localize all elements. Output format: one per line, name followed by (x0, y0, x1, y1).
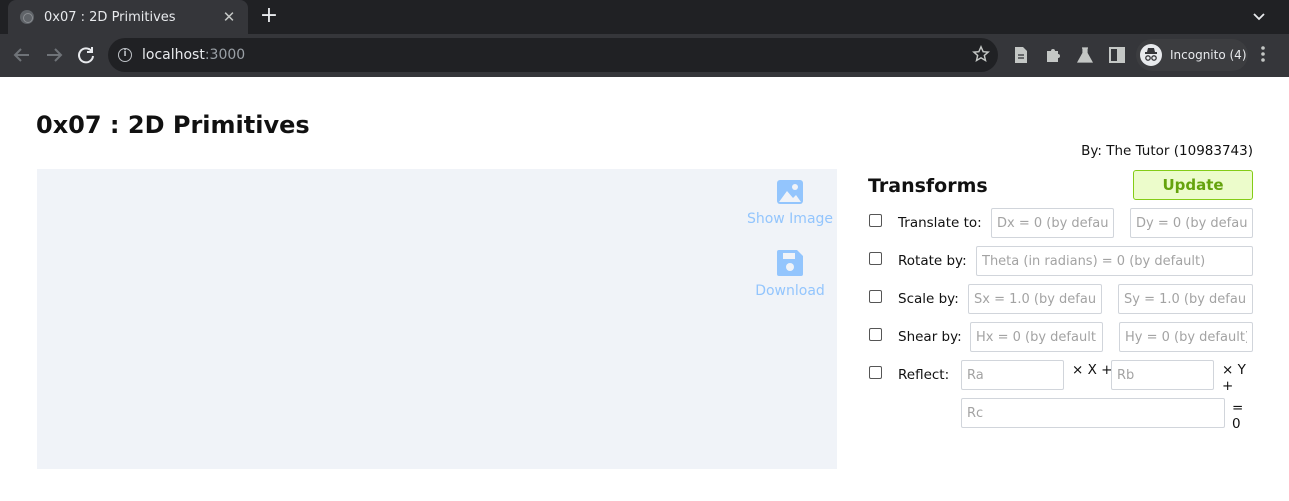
reading-list-icon[interactable] (1012, 46, 1030, 64)
profile-label: Incognito (4) (1170, 48, 1247, 62)
scale-row: Scale by: (868, 284, 1253, 314)
drawing-canvas[interactable]: Show Image Download (37, 169, 837, 469)
transforms-title: Transforms (868, 175, 988, 197)
site-info-icon[interactable]: i (118, 48, 132, 62)
scale-label: Scale by: (898, 291, 959, 307)
scale-sy-input[interactable] (1118, 284, 1253, 314)
incognito-icon (1140, 44, 1162, 66)
shear-row: Shear by: (868, 322, 1253, 352)
shear-hy-input[interactable] (1119, 322, 1253, 352)
reflect-rb-input[interactable] (1111, 360, 1214, 390)
reflect-x-term: × X + (1072, 362, 1113, 378)
reflect-row: Reflect: × X + × Y + = 0 (868, 360, 1253, 432)
back-icon[interactable] (11, 44, 33, 66)
scale-checkbox[interactable] (869, 290, 882, 303)
shear-hx-input[interactable] (970, 322, 1103, 352)
rotate-row: Rotate by: (868, 246, 1253, 276)
update-button[interactable]: Update (1133, 170, 1253, 200)
browser-tab[interactable]: 0x07 : 2D Primitives ✕ (8, 0, 248, 34)
shear-label: Shear by: (898, 329, 962, 345)
tab-title: 0x07 : 2D Primitives (44, 9, 176, 25)
bookmark-star-icon[interactable] (972, 45, 990, 63)
reload-icon[interactable] (75, 44, 97, 66)
forward-icon[interactable] (43, 44, 65, 66)
show-image-label: Show Image (746, 211, 834, 227)
reflect-y-term: × Y + (1222, 362, 1246, 394)
globe-icon (20, 10, 34, 24)
reflect-checkbox[interactable] (869, 366, 882, 379)
new-tab-button[interactable]: + (258, 5, 280, 28)
translate-dx-input[interactable] (991, 208, 1114, 238)
rotate-checkbox[interactable] (869, 252, 882, 265)
translate-checkbox[interactable] (869, 214, 882, 227)
page-content: 0x07 : 2D Primitives By: The Tutor (1098… (0, 77, 1289, 501)
download-label: Download (755, 283, 825, 299)
show-image-button[interactable]: Show Image (735, 179, 845, 227)
reflect-equals: = 0 (1232, 400, 1244, 432)
transforms-panel: Transforms Update Translate to: Rotate b… (868, 169, 1253, 449)
scale-sx-input[interactable] (968, 284, 1102, 314)
reflect-rc-input[interactable] (961, 398, 1225, 428)
translate-row: Translate to: (868, 208, 1253, 238)
labs-flask-icon[interactable] (1076, 46, 1094, 64)
translate-dy-input[interactable] (1130, 208, 1253, 238)
browser-tab-bar: 0x07 : 2D Primitives ✕ + (0, 0, 1289, 34)
shear-checkbox[interactable] (869, 328, 882, 341)
download-button[interactable]: Download (735, 249, 845, 299)
author-byline: By: The Tutor (10983743) (1081, 143, 1253, 159)
save-disk-icon (777, 250, 803, 276)
tab-close-button[interactable]: ✕ (220, 8, 238, 26)
address-bar[interactable]: i localhost:3000 (108, 38, 998, 72)
reflect-label: Reflect: (898, 367, 950, 383)
side-panel-icon[interactable] (1108, 46, 1126, 64)
url-text: localhost:3000 (142, 47, 246, 63)
extensions-puzzle-icon[interactable] (1044, 46, 1062, 64)
browser-toolbar: i localhost:3000 Incognito (4) (0, 34, 1289, 77)
incognito-profile-button[interactable]: Incognito (4) (1136, 39, 1248, 71)
translate-label: Translate to: (898, 215, 982, 231)
page-title: 0x07 : 2D Primitives (36, 111, 310, 139)
rotate-label: Rotate by: (898, 253, 967, 269)
reflect-ra-input[interactable] (961, 360, 1064, 390)
image-icon (777, 180, 803, 204)
tab-search-chevron-icon[interactable] (1251, 9, 1267, 25)
rotate-theta-input[interactable] (976, 246, 1253, 276)
more-menu-icon[interactable] (1260, 45, 1266, 63)
